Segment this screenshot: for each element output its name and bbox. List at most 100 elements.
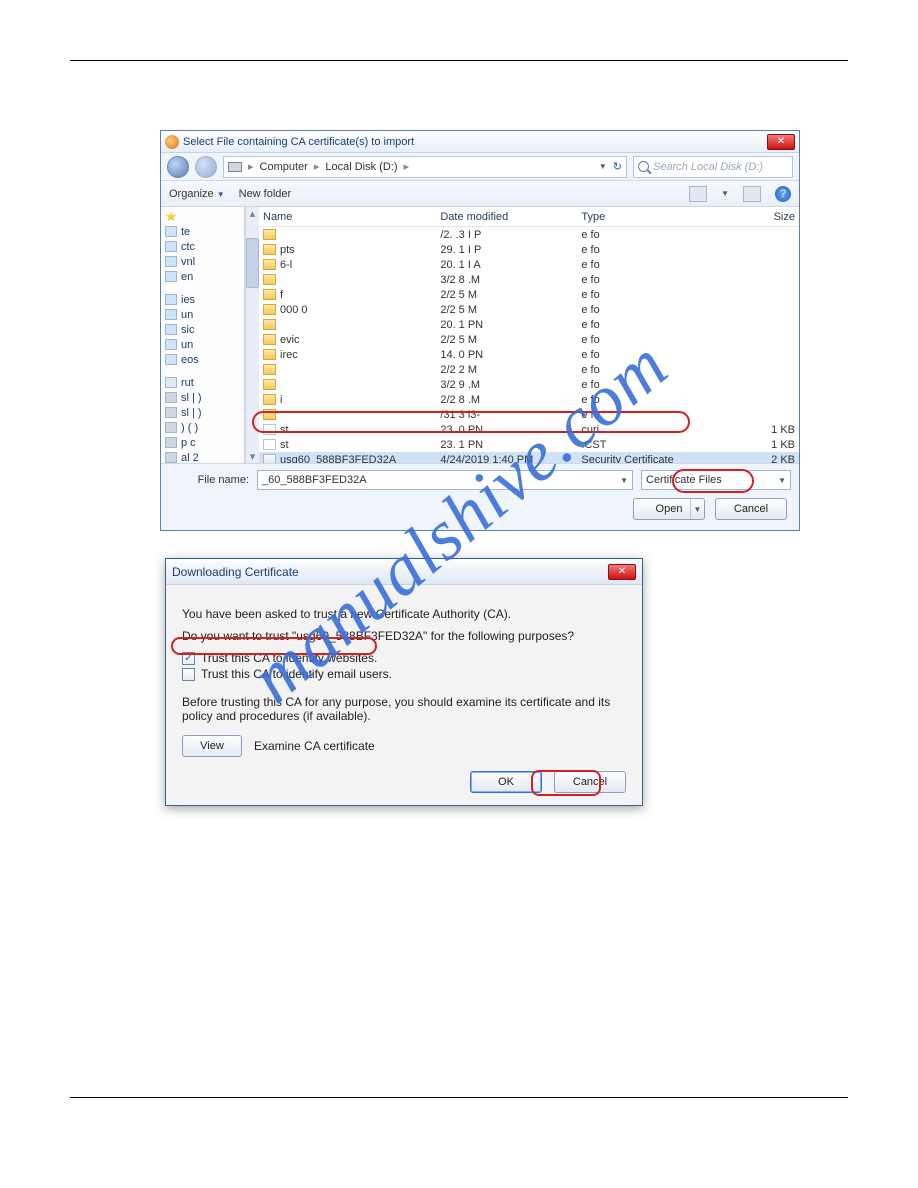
titlebar[interactable]: Downloading Certificate ✕: [166, 559, 642, 585]
col-size[interactable]: Size: [706, 211, 799, 223]
dialog-title: Downloading Certificate: [172, 565, 608, 579]
tree-item[interactable]: ctc: [161, 239, 244, 254]
breadcrumb[interactable]: ▸ Computer ▸ Local Disk (D:) ▸ ▼ ↻: [223, 156, 627, 178]
checkbox-checked-icon[interactable]: ✓: [182, 652, 195, 665]
filename-input[interactable]: _60_588BF3FED32A ▼: [257, 470, 633, 490]
refresh-icon[interactable]: ↻: [613, 160, 622, 173]
table-row[interactable]: /2. .3 I Pe fo: [259, 227, 799, 242]
ok-button[interactable]: OK: [470, 771, 542, 793]
view-options-icon[interactable]: [689, 186, 707, 202]
nav-back-button[interactable]: [167, 156, 189, 178]
preview-pane-icon[interactable]: [743, 186, 761, 202]
table-row[interactable]: 000 02/2 5 Me fo: [259, 302, 799, 317]
table-row[interactable]: 3/2 8 .Me fo: [259, 272, 799, 287]
titlebar[interactable]: Select File containing CA certificate(s)…: [161, 131, 799, 153]
view-dropdown-icon[interactable]: ▼: [721, 189, 729, 198]
table-row[interactable]: 20. 1 PNe fo: [259, 317, 799, 332]
folder-icon: [263, 304, 276, 315]
tree-spacer: [161, 367, 244, 375]
table-row[interactable]: 2/2 2 Me fo: [259, 362, 799, 377]
tree-item[interactable]: un: [161, 307, 244, 322]
folder-icon: [165, 339, 177, 350]
checkbox-unchecked-icon[interactable]: [182, 668, 195, 681]
dialog-body: You have been asked to trust a new Certi…: [166, 585, 642, 805]
cancel-button[interactable]: Cancel: [715, 498, 787, 520]
open-button[interactable]: Open ▼: [633, 498, 705, 520]
breadcrumb-computer[interactable]: Computer: [260, 161, 308, 173]
toolbar: Organize ▼ New folder ▼ ?: [161, 181, 799, 207]
table-row[interactable]: pts29. 1 I Pe fo: [259, 242, 799, 257]
table-row[interactable]: evic2/2 5 Me fo: [259, 332, 799, 347]
folder-icon: [263, 244, 276, 255]
new-folder-button[interactable]: New folder: [239, 188, 292, 200]
tree-computer[interactable]: rut: [161, 375, 244, 390]
scroll-thumb[interactable]: [246, 238, 259, 288]
drive-icon: [165, 392, 177, 403]
scroll-down-icon[interactable]: ▾: [246, 450, 259, 463]
table-row[interactable]: /31 3 i3-e fo: [259, 407, 799, 422]
tree-scrollbar[interactable]: ▴ ▾: [245, 207, 259, 463]
folder-icon: [263, 259, 276, 270]
filter-label: Certificate Files: [646, 474, 722, 486]
table-row[interactable]: f2/2 5 Me fo: [259, 287, 799, 302]
tree-item[interactable]: vnl: [161, 254, 244, 269]
close-icon[interactable]: ✕: [608, 564, 636, 580]
file-icon: [263, 439, 276, 450]
tree-item[interactable]: te: [161, 224, 244, 239]
open-dropdown-icon[interactable]: ▼: [690, 499, 704, 519]
table-row[interactable]: 3/2 9 .Me fo: [259, 377, 799, 392]
filename-label: File name:: [169, 474, 249, 486]
computer-icon: [165, 377, 177, 388]
breadcrumb-drive[interactable]: Local Disk (D:): [325, 161, 397, 173]
cancel-button[interactable]: Cancel: [554, 771, 626, 793]
file-rows[interactable]: /2. .3 I Pe fopts29. 1 I Pe fo6-l20. 1 I…: [259, 227, 799, 463]
scroll-up-icon[interactable]: ▴: [246, 207, 259, 220]
folder-icon: [165, 354, 177, 365]
tree-item[interactable]: p c: [161, 435, 244, 450]
close-icon[interactable]: ✕: [767, 134, 795, 150]
folder-icon: [263, 274, 276, 285]
column-headers[interactable]: Name Date modified Type Size: [259, 207, 799, 227]
table-row[interactable]: st23. 1 PN.CST1 KB: [259, 437, 799, 452]
tree-item[interactable]: un: [161, 337, 244, 352]
table-row[interactable]: irec14. 0 PNe fo: [259, 347, 799, 362]
view-button[interactable]: View: [182, 735, 242, 757]
folder-icon: [165, 226, 177, 237]
breadcrumb-dropdown-icon[interactable]: ▼: [599, 162, 607, 171]
organize-menu[interactable]: Organize ▼: [169, 188, 225, 200]
nav-tree[interactable]: te ctc vnl en ies un sic un eos rut sl |…: [161, 207, 245, 463]
filename-value: _60_588BF3FED32A: [262, 474, 367, 486]
filter-dropdown-icon[interactable]: ▼: [778, 476, 786, 485]
folder-icon: [263, 334, 276, 345]
filename-dropdown-icon[interactable]: ▼: [620, 476, 628, 485]
tree-item[interactable]: sic: [161, 322, 244, 337]
trust-websites-row[interactable]: ✓ Trust this CA to identify websites.: [182, 651, 626, 665]
tree-favorites[interactable]: [161, 209, 244, 224]
table-row[interactable]: 6-l20. 1 I Ae fo: [259, 257, 799, 272]
help-icon[interactable]: ?: [775, 186, 791, 202]
col-name[interactable]: Name: [259, 211, 436, 223]
tree-libraries[interactable]: ies: [161, 292, 244, 307]
tree-item[interactable]: sl | ): [161, 405, 244, 420]
folder-icon: [165, 241, 177, 252]
tree-item[interactable]: eos: [161, 352, 244, 367]
table-row[interactable]: usg60_588BF3FED32A4/24/2019 1:40 PMSecur…: [259, 452, 799, 463]
tree-item[interactable]: en: [161, 269, 244, 284]
file-type-filter[interactable]: Certificate Files ▼: [641, 470, 791, 490]
note-text: Before trusting this CA for any purpose,…: [182, 695, 626, 723]
search-icon: [638, 161, 649, 172]
trust-email-row[interactable]: Trust this CA to identify email users.: [182, 667, 626, 681]
tree-item[interactable]: sl | ): [161, 390, 244, 405]
address-bar: ▸ Computer ▸ Local Disk (D:) ▸ ▼ ↻ Searc…: [161, 153, 799, 181]
table-row[interactable]: i2/2 8 .Me fo: [259, 392, 799, 407]
col-type[interactable]: Type: [577, 211, 706, 223]
tree-item[interactable]: ) ( ): [161, 420, 244, 435]
bottom-bar: File name: _60_588BF3FED32A ▼ Certificat…: [161, 463, 799, 530]
folder-icon: [263, 379, 276, 390]
col-date[interactable]: Date modified: [436, 211, 577, 223]
nav-forward-button[interactable]: [195, 156, 217, 178]
table-row[interactable]: st23. 0 PNcuri1 KB: [259, 422, 799, 437]
search-input[interactable]: Search Local Disk (D:): [633, 156, 793, 178]
tree-item[interactable]: al 2: [161, 450, 244, 463]
intro-text: You have been asked to trust a new Certi…: [182, 607, 626, 621]
